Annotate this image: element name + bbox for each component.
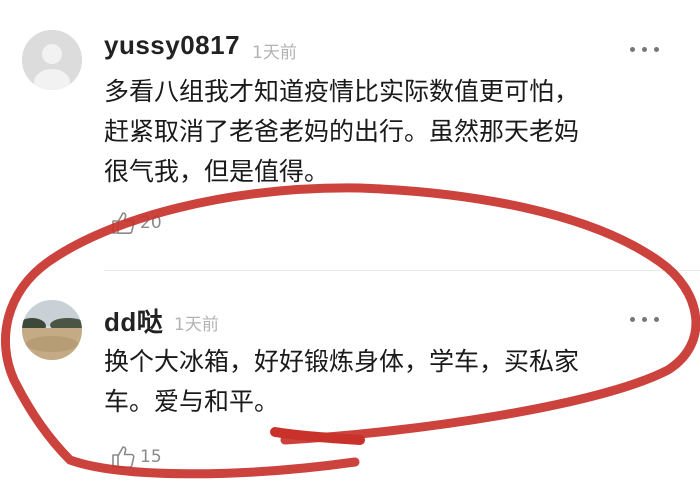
like-count: 15 bbox=[140, 447, 162, 467]
comment-time: 1天前 bbox=[252, 43, 297, 63]
comment-username[interactable]: dd哒 bbox=[104, 302, 163, 339]
comment-text: 换个大冰箱，好好锻炼身体，学车，买私家 车。爱与和平。 bbox=[104, 342, 664, 422]
landscape-avatar-icon bbox=[22, 300, 82, 360]
comment-item: yussy0817 1天前 多看八组我才知道疫情比实际数值更可怕， 赶紧取消了老… bbox=[0, 0, 700, 270]
comment-text-line: 多看八组我才知道疫情比实际数值更可怕， bbox=[104, 77, 580, 106]
comment-text-line: 很气我，但是值得。 bbox=[104, 157, 330, 186]
comment-text-line: 赶紧取消了老爸老妈的出行。虽然那天老妈 bbox=[104, 117, 580, 146]
more-dots-icon[interactable] bbox=[630, 314, 660, 324]
comment-time: 1天前 bbox=[174, 315, 219, 335]
comment-text-line: 换个大冰箱，好好锻炼身体，学车，买私家 bbox=[104, 347, 580, 376]
avatar[interactable] bbox=[22, 30, 82, 90]
thumbs-up-icon bbox=[112, 446, 135, 468]
comment-text: 多看八组我才知道疫情比实际数值更可怕， 赶紧取消了老爸老妈的出行。虽然那天老妈 … bbox=[104, 72, 664, 192]
more-dots-icon[interactable] bbox=[630, 44, 660, 54]
comment-item: dd哒 1天前 换个大冰箱，好好锻炼身体，学车，买私家 车。爱与和平。 15 bbox=[0, 272, 700, 500]
avatar[interactable] bbox=[22, 300, 82, 360]
comment-text-line: 车。爱与和平。 bbox=[104, 387, 280, 416]
like-count: 20 bbox=[140, 213, 162, 233]
comment-divider bbox=[104, 270, 700, 271]
like-button[interactable]: 20 bbox=[110, 210, 162, 236]
thumbs-up-icon bbox=[112, 212, 135, 234]
like-button[interactable]: 15 bbox=[110, 444, 162, 470]
default-avatar-icon bbox=[22, 30, 82, 90]
comment-username[interactable]: yussy0817 bbox=[104, 30, 240, 61]
